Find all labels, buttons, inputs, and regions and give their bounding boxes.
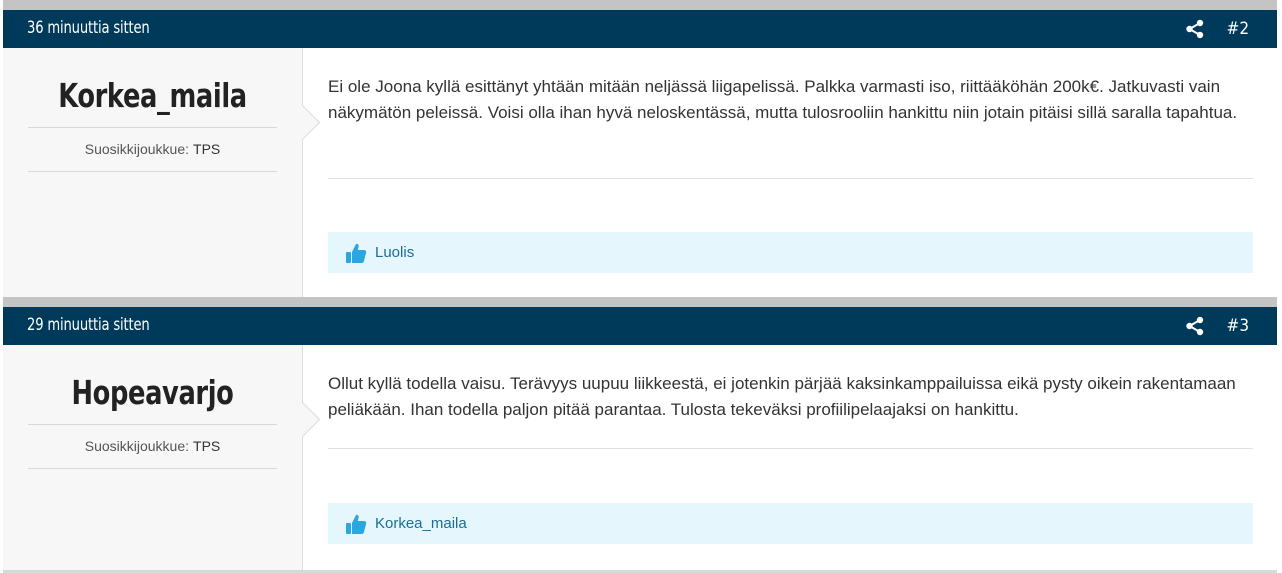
favorite-team: Suosikkijoukkue: TPS [28,141,277,157]
divider [28,127,277,128]
post-timestamp: 36 minuuttia sitten [27,18,150,38]
like-user-link[interactable]: Korkea_maila [375,515,467,532]
content-divider [328,448,1253,449]
share-icon[interactable] [1185,19,1205,39]
sidebar-arrow [284,401,321,438]
favorite-team-value: TPS [193,438,221,454]
author-sidebar: Hopeavarjo Suosikkijoukkue: TPS [3,345,321,570]
forum-post: 29 minuuttia sitten #3 Hopeavarjo Suosik… [3,297,1277,570]
thumbs-up-icon [346,243,367,263]
favorite-team: Suosikkijoukkue: TPS [28,438,277,454]
likes-bar: Korkea_maila [328,503,1253,544]
content-divider [328,178,1253,179]
author-username[interactable]: Hopeavarjo [55,373,249,412]
forum-post: 36 minuuttia sitten #2 Korkea_maila Suos… [3,0,1277,297]
likes-bar: Luolis [328,232,1253,273]
post-header: 29 minuuttia sitten #3 [3,307,1277,345]
post-timestamp: 29 minuuttia sitten [27,315,150,335]
post-separator [3,0,1277,10]
author-sidebar: Korkea_maila Suosikkijoukkue: TPS [3,48,321,297]
favorite-team-value: TPS [193,141,221,157]
post-content: Ei ole Joona kyllä esittänyt yhtään mitä… [328,77,1238,122]
divider [28,424,277,425]
favorite-team-label: Suosikkijoukkue: [84,141,190,157]
divider [28,171,277,172]
divider [28,468,277,469]
thumbs-up-icon [346,514,367,534]
post-separator [3,297,1277,307]
post-number-link[interactable]: #3 [1226,316,1249,336]
share-icon[interactable] [1185,316,1205,336]
author-username[interactable]: Korkea_maila [55,76,249,115]
post-content: Ollut kyllä todella vaisu. Terävyys uupu… [328,374,1236,419]
post-number-link[interactable]: #2 [1226,19,1249,39]
sidebar-arrow [284,104,321,141]
post-header: 36 minuuttia sitten #2 [3,10,1277,48]
favorite-team-label: Suosikkijoukkue: [84,438,190,454]
like-user-link[interactable]: Luolis [375,244,414,261]
